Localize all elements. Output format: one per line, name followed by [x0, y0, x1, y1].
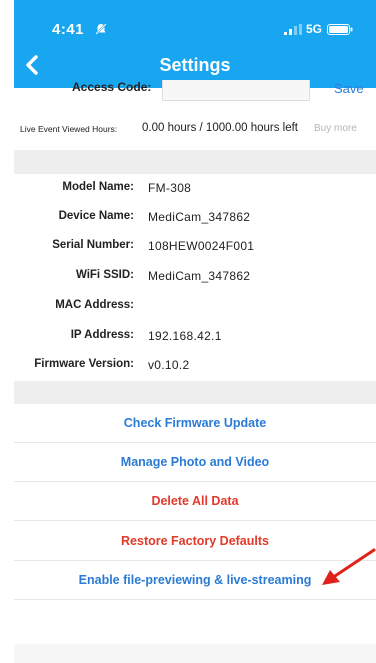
bell-slash-icon [95, 23, 107, 35]
annotation-arrow-icon [322, 548, 376, 585]
firmware-version-label: Firmware Version: [34, 358, 134, 370]
ip-address-value: 192.168.42.1 [148, 329, 222, 343]
info-row-mac: MAC Address: [14, 292, 376, 321]
access-code-label: Access Code: [72, 80, 152, 94]
serial-number-label: Serial Number: [52, 239, 134, 251]
bottom-area [14, 644, 376, 663]
live-hours-label: Live Event Viewed Hours: [20, 124, 118, 134]
info-row-firmware: Firmware Version: v0.10.2 [14, 351, 376, 380]
device-name-label: Device Name: [58, 210, 134, 222]
check-firmware-update-label: Check Firmware Update [123, 416, 267, 430]
firmware-version-value: v0.10.2 [148, 358, 190, 372]
section-divider [14, 381, 376, 404]
serial-number-value: 108HEW0024F001 [148, 239, 255, 253]
battery-icon [327, 24, 353, 35]
manage-photo-video-button[interactable]: Manage Photo and Video [14, 443, 376, 482]
wifi-ssid-value: MediCam_347862 [148, 269, 251, 283]
device-name-value: MediCam_347862 [148, 210, 251, 224]
signal-icon [284, 24, 302, 35]
header-bar: 4:41 5G Settings [14, 0, 376, 88]
network-label: 5G [306, 22, 323, 36]
info-row-ip: IP Address: 192.168.42.1 [14, 322, 376, 351]
manage-photo-video-label: Manage Photo and Video [120, 455, 270, 469]
live-hours-row: Live Event Viewed Hours: 0.00 hours / 10… [14, 118, 376, 142]
mac-address-label: MAC Address: [55, 299, 134, 311]
ip-address-label: IP Address: [70, 329, 134, 341]
access-code-input[interactable] [162, 80, 310, 101]
info-row-model: Model Name: FM-308 [14, 174, 376, 203]
delete-all-data-label: Delete All Data [151, 494, 239, 508]
live-hours-value: 0.00 hours / 1000.00 hours left [142, 122, 298, 134]
check-firmware-update-button[interactable]: Check Firmware Update [14, 404, 376, 443]
page-title: Settings [159, 55, 231, 75]
wifi-ssid-label: WiFi SSID: [75, 269, 134, 281]
info-row-device: Device Name: MediCam_347862 [14, 203, 376, 232]
section-divider [14, 150, 376, 174]
delete-all-data-button[interactable]: Delete All Data [14, 482, 376, 521]
buy-more-link[interactable]: Buy more [314, 123, 357, 134]
info-row-ssid: WiFi SSID: MediCam_347862 [14, 262, 376, 291]
info-row-serial: Serial Number: 108HEW0024F001 [14, 232, 376, 261]
model-name-value: FM-308 [148, 181, 192, 195]
save-button[interactable]: Save [334, 81, 364, 96]
enable-preview-streaming-label: Enable file-previewing & live-streaming [78, 573, 312, 587]
status-time: 4:41 [52, 21, 85, 38]
access-code-row: Access Code: Save [14, 80, 376, 101]
restore-factory-defaults-label: Restore Factory Defaults [121, 534, 269, 548]
model-name-label: Model Name: [62, 181, 134, 193]
